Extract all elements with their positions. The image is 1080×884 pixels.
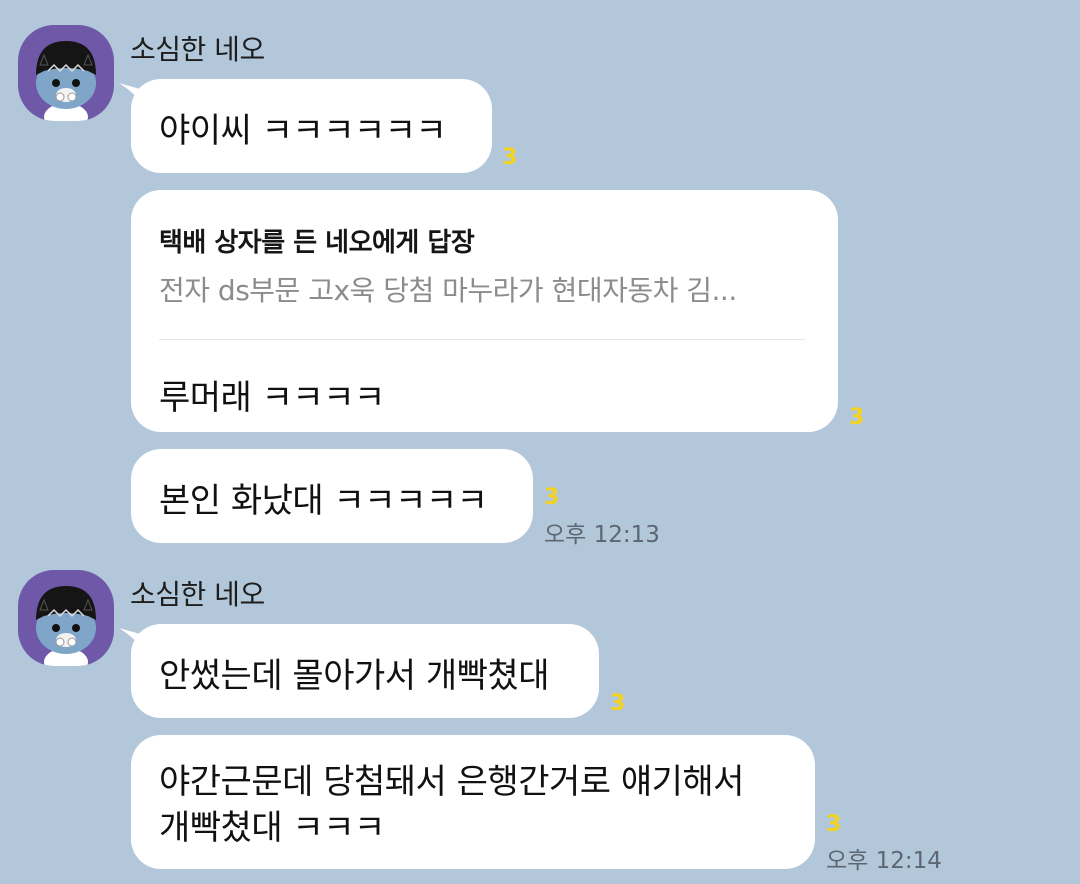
message-timestamp: 오후 12:13: [544, 522, 660, 548]
reply-divider: [159, 339, 805, 340]
message-bubble[interactable]: 본인 화났대 ㅋㅋㅋㅋㅋ: [131, 449, 533, 543]
unread-count: 3: [849, 405, 865, 430]
message-bubble[interactable]: 안썼는데 몰아가서 개빡쳤대: [119, 624, 599, 718]
neo-character-icon: [36, 586, 96, 666]
reply-message-bubble[interactable]: 택배 상자를 든 네오에게 답장 전자 ds부문 고x욱 당첨 마누라가 현대자…: [131, 190, 838, 432]
bubble-tail: [119, 628, 147, 654]
message-text-line: 야간근문데 당첨돼서 은행간거로 얘기해서: [159, 762, 744, 802]
neo-character-icon: [36, 41, 96, 121]
message-text: 야이씨 ㅋㅋㅋㅋㅋㅋ: [159, 111, 447, 151]
message-timestamp: 오후 12:14: [826, 848, 942, 874]
message-bubble[interactable]: 야간근문데 당첨돼서 은행간거로 얘기해서 개빡쳤대 ㅋㅋㅋ: [131, 735, 815, 869]
sender-avatar[interactable]: [18, 570, 114, 666]
bubble-tail: [119, 83, 147, 109]
message-text: 루머래 ㅋㅋㅋㅋ: [159, 378, 385, 418]
sender-avatar[interactable]: [18, 25, 114, 121]
message-text-line: 개빡쳤대 ㅋㅋㅋ: [159, 808, 385, 848]
message-text: 본인 화났대 ㅋㅋㅋㅋㅋ: [159, 481, 488, 521]
sender-name: 소심한 네오: [130, 33, 265, 66]
unread-count: 3: [826, 812, 842, 837]
reply-snippet: 전자 ds부문 고x욱 당첨 마누라가 현대자동차 김...: [159, 274, 737, 307]
reply-title[interactable]: 택배 상자를 든 네오에게 답장: [159, 222, 810, 259]
unread-count: 3: [502, 145, 518, 170]
sender-name: 소심한 네오: [130, 578, 265, 611]
message-bubble[interactable]: 야이씨 ㅋㅋㅋㅋㅋㅋ: [119, 79, 492, 173]
unread-count: 3: [544, 485, 560, 510]
message-text: 안썼는데 몰아가서 개빡쳤대: [159, 656, 549, 696]
unread-count: 3: [610, 691, 626, 716]
